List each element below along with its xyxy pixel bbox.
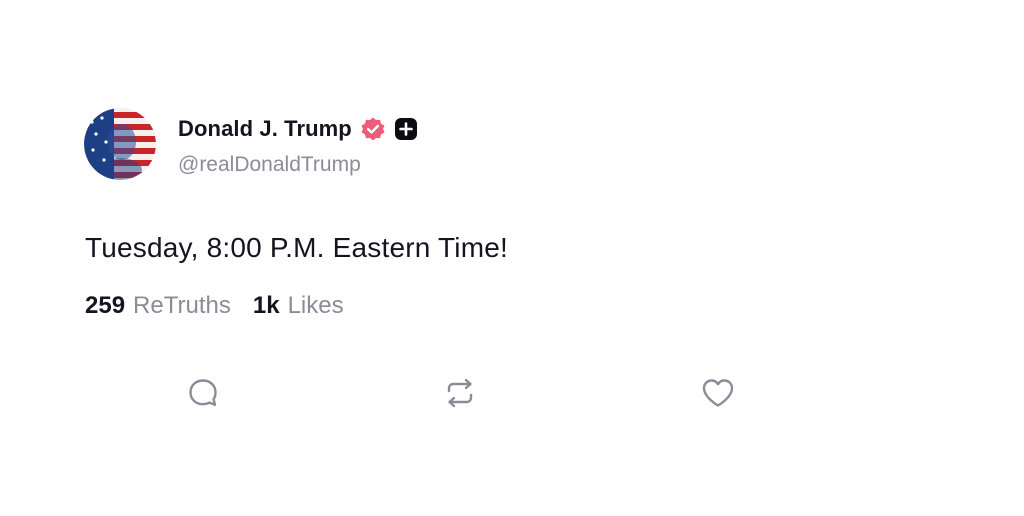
retruths-stat[interactable]: 259 ReTruths [85, 292, 231, 320]
verified-badge-icon [360, 116, 386, 142]
reply-button[interactable] [184, 374, 222, 412]
post-text: Tuesday, 8:00 P.M. Eastern Time! [85, 232, 508, 263]
author-handle[interactable]: @realDonaldTrump [178, 153, 361, 177]
retruth-icon [447, 378, 473, 408]
post-stats: 259 ReTruths 1k Likes [85, 292, 344, 320]
likes-stat[interactable]: 1k Likes [253, 292, 344, 320]
retruth-button[interactable] [441, 374, 479, 412]
heart-icon [702, 379, 734, 407]
retruths-label: ReTruths [133, 292, 231, 319]
plus-badge-icon [394, 117, 418, 141]
avatar-image [84, 108, 156, 180]
retruths-count: 259 [85, 292, 126, 319]
like-button[interactable] [699, 374, 737, 412]
likes-count: 1k [252, 292, 280, 319]
avatar[interactable] [84, 108, 156, 180]
display-name[interactable]: Donald J. Trump [178, 116, 352, 142]
likes-label: Likes [287, 292, 344, 319]
author-name-row: Donald J. Trump [178, 114, 418, 144]
reply-icon [189, 379, 217, 406]
truth-post: Donald J. Trump @realDonaldTrump Tuesday… [0, 0, 1024, 516]
